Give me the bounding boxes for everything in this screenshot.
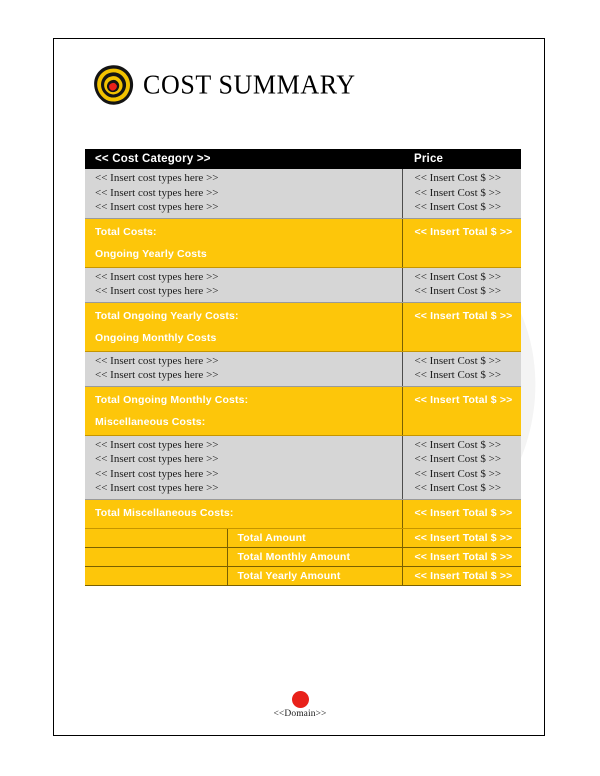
cost-price-text: << Insert Cost $ >> xyxy=(414,438,502,451)
cost-price-cell[interactable]: << Insert Cost $ >> << Insert Cost $ >> xyxy=(402,351,521,387)
section-total-row: Total Miscellaneous Costs: << Insert Tota… xyxy=(85,498,521,529)
section-total-price: << Insert Total $ >> xyxy=(414,309,513,322)
cost-item-group: << Insert cost types here >> << Insert co… xyxy=(85,351,521,387)
section-total-price-cell[interactable]: << Insert Total $ >> xyxy=(402,217,521,268)
cost-category-cell[interactable]: << Insert cost types here >> << Insert co… xyxy=(85,351,403,387)
grand-total-label-cell: Total Monthly Amount xyxy=(227,546,403,567)
section-total-price: << Insert Total $ >> xyxy=(414,393,513,406)
grand-total-row: Total Yearly Amount << Insert Total $ >> xyxy=(85,565,521,586)
cost-price-text: << Insert Cost $ >> xyxy=(414,201,502,213)
cost-summary-table: << Cost Category >> Price << Insert cost t… xyxy=(85,149,521,586)
cost-item-group: << Insert cost types here >> << Insert co… xyxy=(85,267,521,303)
grand-total-spacer-cell xyxy=(85,527,228,548)
next-section-heading: Ongoing Monthly Costs xyxy=(95,331,217,344)
red-dot-icon xyxy=(291,691,309,708)
page-wrapper: COST SUMMARY << Cost Category >> Price << … xyxy=(0,0,600,776)
grand-total-price-cell[interactable]: << Insert Total $ >> xyxy=(402,546,521,567)
table-header-row: << Cost Category >> Price xyxy=(85,149,521,169)
next-section-heading: Ongoing Yearly Costs xyxy=(95,247,207,260)
section-total-price-cell[interactable]: << Insert Total $ >> xyxy=(402,385,521,436)
section-total-row: Total Ongoing Yearly Costs: Ongoing Month… xyxy=(85,301,521,352)
grand-total-label-cell: Total Amount xyxy=(227,527,403,548)
cost-price-text: << Insert Cost $ >> xyxy=(414,186,502,199)
grand-total-spacer-cell xyxy=(85,546,228,567)
cost-category-text: << Insert cost types here >> xyxy=(95,482,219,494)
cost-price-cell[interactable]: << Insert Cost $ >> << Insert Cost $ >> <<… xyxy=(402,169,521,219)
document-sheet: COST SUMMARY << Cost Category >> Price << … xyxy=(53,38,545,736)
section-total-label-cell: Total Ongoing Yearly Costs: Ongoing Month… xyxy=(85,301,403,352)
section-total-label: Total Ongoing Monthly Costs: xyxy=(95,393,249,406)
cost-item-group: << Insert cost types here >> << Insert co… xyxy=(85,169,521,219)
cost-item-group: << Insert cost types here >> << Insert co… xyxy=(85,435,521,500)
section-total-row: Total Costs: Ongoing Yearly Costs << Inser… xyxy=(85,217,521,268)
section-total-label: Total Miscellaneous Costs: xyxy=(95,506,234,519)
cost-category-text: << Insert cost types here >> xyxy=(95,467,219,480)
cost-category-text: << Insert cost types here >> xyxy=(95,186,219,199)
section-total-price-cell[interactable]: << Insert Total $ >> xyxy=(402,301,521,352)
cost-table-frame: << Cost Category >> Price << Insert cost t… xyxy=(85,149,521,586)
grand-total-label-cell: Total Yearly Amount xyxy=(227,565,403,586)
next-section-heading: Miscellaneous Costs: xyxy=(95,415,206,428)
section-total-label-cell: Total Miscellaneous Costs: xyxy=(85,498,403,529)
cost-price-text: << Insert Cost $ >> xyxy=(414,369,502,381)
page-title: COST SUMMARY xyxy=(143,69,356,100)
document-header: COST SUMMARY xyxy=(92,64,356,106)
cost-category-text: << Insert cost types here >> xyxy=(95,369,219,381)
section-total-label-cell: Total Costs: Ongoing Yearly Costs xyxy=(85,217,403,268)
cost-price-text: << Insert Cost $ >> xyxy=(414,172,502,184)
grand-total-price-cell[interactable]: << Insert Total $ >> xyxy=(402,565,521,586)
cost-category-cell[interactable]: << Insert cost types here >> << Insert co… xyxy=(85,435,403,500)
cost-category-text: << Insert cost types here >> xyxy=(95,354,219,367)
section-total-row: Total Ongoing Monthly Costs: Miscellaneou… xyxy=(85,385,521,436)
grand-total-price-cell[interactable]: << Insert Total $ >> xyxy=(402,527,521,548)
section-total-price: << Insert Total $ >> xyxy=(414,506,513,519)
section-total-label: Total Costs: xyxy=(95,225,157,238)
cost-price-text: << Insert Cost $ >> xyxy=(414,467,502,480)
cost-category-cell[interactable]: << Insert cost types here >> << Insert co… xyxy=(85,169,403,219)
cost-price-text: << Insert Cost $ >> xyxy=(414,285,502,297)
grand-total-spacer-cell xyxy=(85,565,228,586)
section-total-label: Total Ongoing Yearly Costs: xyxy=(95,309,239,322)
cost-price-text: << Insert Cost $ >> xyxy=(414,482,502,494)
grand-total-row: Total Amount << Insert Total $ >> xyxy=(85,527,521,548)
cost-category-text: << Insert cost types here >> xyxy=(95,453,219,465)
header-cell-category: << Cost Category >> xyxy=(85,149,402,169)
cost-price-text: << Insert Cost $ >> xyxy=(414,270,502,283)
grand-total-row: Total Monthly Amount << Insert Total $ >> xyxy=(85,546,521,567)
footer-domain-label: <<Domain>> xyxy=(273,709,327,719)
section-total-label-cell: Total Ongoing Monthly Costs: Miscellaneou… xyxy=(85,385,403,436)
section-total-price: << Insert Total $ >> xyxy=(414,225,513,238)
cost-price-cell[interactable]: << Insert Cost $ >> << Insert Cost $ >> <<… xyxy=(402,435,521,500)
cost-price-cell[interactable]: << Insert Cost $ >> << Insert Cost $ >> xyxy=(402,267,521,303)
cost-category-text: << Insert cost types here >> xyxy=(95,201,219,213)
header-cell-price: Price xyxy=(402,149,521,169)
cost-category-text: << Insert cost types here >> xyxy=(95,172,219,184)
section-total-price-cell[interactable]: << Insert Total $ >> xyxy=(402,498,521,529)
bullseye-target-icon xyxy=(94,65,134,105)
cost-category-text: << Insert cost types here >> xyxy=(95,270,219,283)
cost-price-text: << Insert Cost $ >> xyxy=(414,354,502,367)
cost-category-text: << Insert cost types here >> xyxy=(95,438,219,451)
cost-price-text: << Insert Cost $ >> xyxy=(414,453,502,465)
cost-category-text: << Insert cost types here >> xyxy=(95,285,219,297)
cost-category-cell[interactable]: << Insert cost types here >> << Insert co… xyxy=(85,267,403,303)
page-footer: <<Domain>> xyxy=(54,691,544,719)
